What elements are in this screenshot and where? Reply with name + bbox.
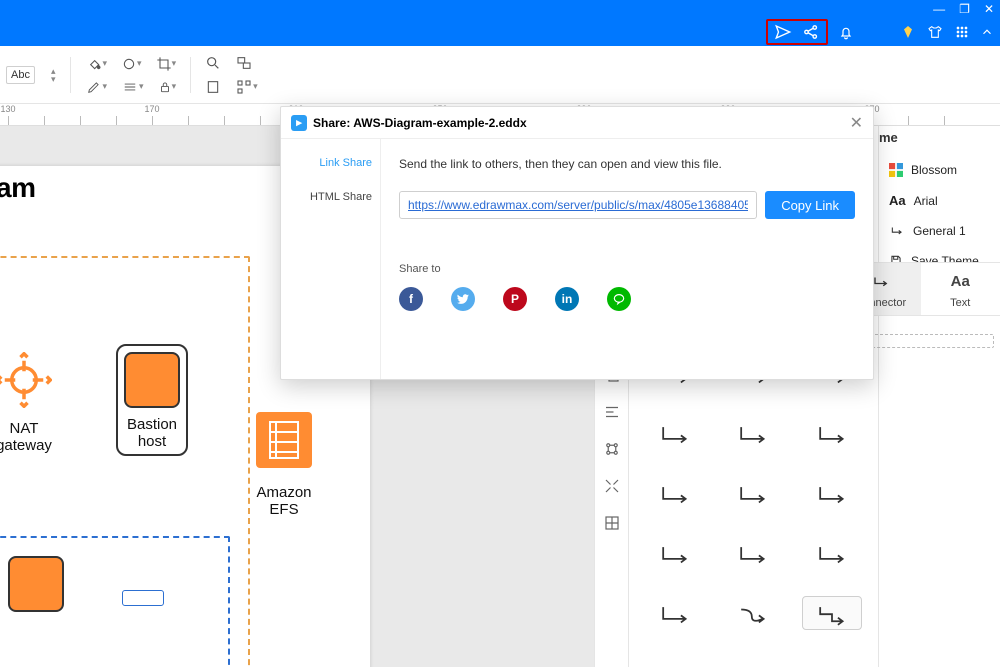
bastion-host-icon (124, 352, 180, 408)
pen-tool-icon[interactable]: ▾ (85, 80, 108, 94)
amazon-efs-icon (252, 408, 316, 472)
share-linkedin[interactable]: in (555, 287, 579, 311)
window-minimize[interactable]: — (933, 3, 945, 15)
search-icon[interactable] (205, 55, 221, 71)
bell-icon[interactable] (838, 24, 854, 40)
share-to-label: Share to (399, 263, 855, 275)
lock-tool-icon[interactable]: ▾ (158, 80, 177, 94)
app-logo-icon: ▸ (291, 115, 307, 131)
connector-style-option[interactable] (723, 476, 783, 510)
font-aa-icon: Aa (889, 193, 906, 208)
share-line[interactable] (607, 287, 631, 311)
orange-node-shape[interactable] (8, 556, 64, 612)
amazon-efs-node[interactable]: Amazon EFS (252, 408, 316, 518)
fill-tool-icon[interactable]: ▾ (85, 56, 108, 72)
text-tab-icon: Aa (925, 273, 997, 293)
share-buttons-highlight (766, 19, 828, 45)
shirt-icon[interactable] (926, 24, 944, 40)
node-label: NAT gateway (0, 420, 52, 454)
toolbar-white: Abc ▴▾ ▾ ▾ ▾ ▾ ▾ ▾ ▾ (0, 46, 1000, 104)
chevron-up-icon[interactable] (980, 25, 994, 39)
tab-link-share[interactable]: Link Share (319, 157, 372, 169)
page-fit-icon[interactable] (205, 79, 221, 95)
send-icon[interactable] (774, 23, 792, 41)
grid-icon[interactable] (954, 24, 970, 40)
modal-description: Send the link to others, then they can o… (399, 157, 855, 171)
share-pinterest[interactable]: P (503, 287, 527, 311)
theme-blossom[interactable]: Blossom (885, 161, 994, 179)
tab-text[interactable]: Aa Text (921, 262, 1000, 316)
share-modal: ▸ Share: AWS-Diagram-example-2.eddx ✕ Li… (280, 106, 874, 380)
window-close[interactable]: ✕ (984, 3, 994, 15)
tab-html-share[interactable]: HTML Share (310, 191, 372, 203)
theme-panel: me Blossom Aa Arial General 1 Save Theme (878, 126, 1000, 667)
connector-style-option[interactable] (802, 536, 862, 570)
connector-style-option[interactable] (802, 596, 862, 630)
connector-style-option[interactable] (723, 536, 783, 570)
theme-general[interactable]: General 1 (885, 222, 994, 240)
copy-link-button[interactable]: Copy Link (765, 191, 855, 219)
diamond-icon[interactable] (900, 24, 916, 40)
connector-style-option[interactable] (645, 416, 705, 450)
connector-style-option[interactable] (645, 476, 705, 510)
theme-arial[interactable]: Aa Arial (885, 191, 994, 210)
connector-style-option[interactable] (723, 596, 783, 630)
nat-gateway-node[interactable]: NAT gateway (0, 352, 52, 454)
distribute-v-icon[interactable] (603, 440, 621, 463)
modal-title: Share: AWS-Diagram-example-2.eddx (313, 116, 527, 130)
tab-label: Text (950, 297, 970, 309)
share-facebook[interactable]: f (399, 287, 423, 311)
node-label: Bastion host (124, 416, 180, 450)
crop-tool-icon[interactable]: ▾ (156, 56, 177, 72)
ruler-label: 130 (0, 104, 15, 114)
ruler-label: 170 (144, 104, 159, 114)
style-dropdown-icon[interactable]: ▴▾ (51, 67, 56, 83)
connector-style-option[interactable] (645, 596, 705, 630)
distribute-tool-icon[interactable]: ▾ (235, 79, 258, 95)
small-label-box[interactable] (122, 590, 164, 606)
shape-tool-icon[interactable]: ▾ (121, 56, 142, 72)
theme-header-suffix: me (879, 126, 1000, 149)
connector-style-option[interactable] (645, 536, 705, 570)
nat-gateway-icon (0, 352, 52, 408)
theme-item-label: Blossom (911, 163, 957, 177)
share-url-input[interactable] (399, 191, 757, 219)
replace-tool-icon[interactable] (235, 55, 253, 71)
bastion-host-node[interactable]: Bastion host (116, 344, 188, 456)
connector-mini-icon (889, 224, 905, 238)
connector-style-option[interactable] (723, 416, 783, 450)
separator (70, 57, 71, 93)
align-tool-icon[interactable] (603, 403, 621, 426)
connector-style-option[interactable] (802, 416, 862, 450)
separator (190, 57, 191, 93)
text-style-box[interactable]: Abc (6, 66, 35, 84)
connector-style-option[interactable] (802, 476, 862, 510)
line-style-icon[interactable]: ▾ (121, 80, 144, 94)
theme-item-label: General 1 (913, 224, 966, 238)
theme-item-label: Arial (914, 194, 938, 208)
window-maximize[interactable]: ❐ (959, 3, 970, 15)
titlebar: — ❐ ✕ (0, 0, 1000, 18)
share-icon[interactable] (802, 23, 820, 41)
node-label: Amazon EFS (252, 484, 316, 518)
expand-tool-icon[interactable] (603, 477, 621, 500)
diagram-title-fragment: am (0, 172, 35, 204)
save-layout-icon[interactable] (603, 514, 621, 537)
share-twitter[interactable] (451, 287, 475, 311)
toolbar-blue (0, 18, 1000, 46)
theme-swatch-icon (889, 163, 903, 177)
modal-close-button[interactable]: ✕ (850, 113, 863, 133)
